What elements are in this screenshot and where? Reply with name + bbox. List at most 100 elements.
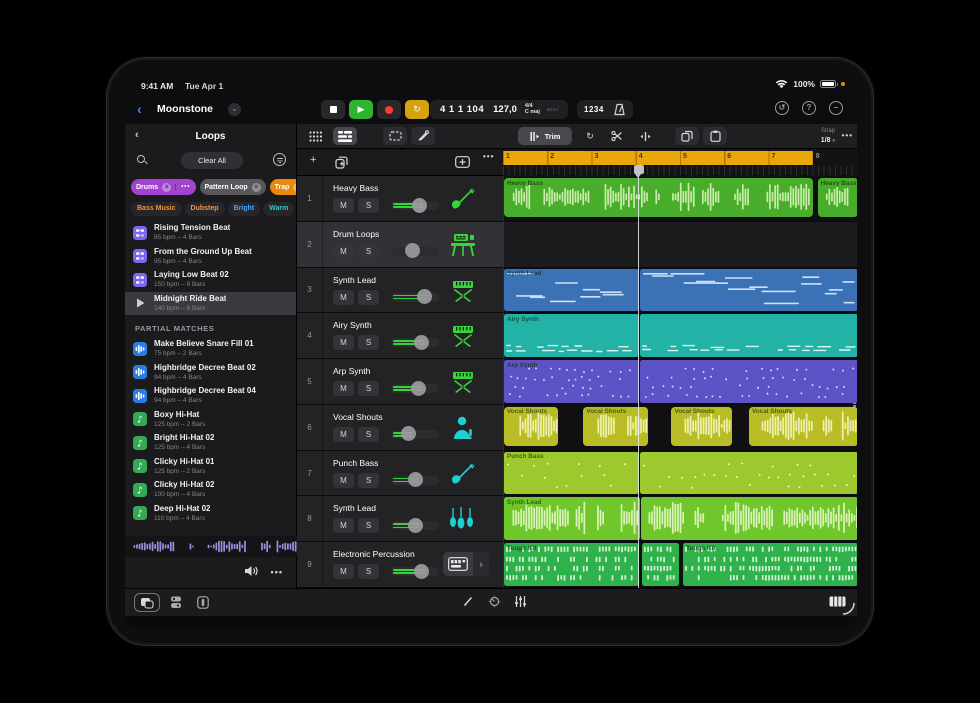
track-lane[interactable]: Arp Synth: [504, 359, 857, 405]
loop-list-item[interactable]: Make Believe Snare Fill 01 75 bpm – 2 Ba…: [125, 337, 296, 361]
mute-button[interactable]: M: [333, 473, 354, 488]
tag-suggestion[interactable]: Bright: [228, 202, 261, 216]
track-name[interactable]: Punch Bass: [333, 458, 378, 468]
region-heavy-bass[interactable]: Heavy Bass: [504, 178, 813, 217]
chip-remove-icon[interactable]: ×: [293, 183, 296, 192]
track-volume-slider[interactable]: [391, 476, 439, 485]
track-lane[interactable]: Synth Lead: [504, 268, 857, 314]
solo-button[interactable]: S: [358, 473, 379, 488]
solo-button[interactable]: S: [358, 518, 379, 533]
loop-list-item[interactable]: Laying Low Beat 02 150 bpm – 8 Bars: [125, 268, 296, 292]
track-volume-slider[interactable]: [391, 201, 439, 210]
track-instrument-icon[interactable]: [447, 230, 479, 260]
track-name[interactable]: Electronic Percussion: [333, 549, 415, 559]
track-name[interactable]: Drum Loops: [333, 229, 379, 239]
mute-button[interactable]: M: [333, 381, 354, 396]
track-header[interactable]: 6Vocal ShoutsMS: [297, 405, 503, 451]
track-volume-slider[interactable]: [391, 338, 439, 347]
track-lane[interactable]: Synth Lead: [504, 496, 857, 542]
track-volume-slider[interactable]: [391, 384, 439, 393]
track-lane[interactable]: Vocal ShoutsVocal ShoutsVocal ShoutsVoca…: [504, 405, 857, 451]
count-in-button[interactable]: 1234: [584, 105, 604, 114]
mute-button[interactable]: M: [333, 427, 354, 442]
track-lane[interactable]: Tough Kit Tough Kit: [504, 542, 857, 588]
region-airy-synth[interactable]: Airy Synth: [504, 314, 639, 357]
filter-chip[interactable]: Drums × •••: [131, 179, 196, 195]
pencil-tool-icon[interactable]: [411, 127, 435, 145]
paste-icon[interactable]: [703, 127, 727, 145]
mute-button[interactable]: M: [333, 198, 354, 213]
snap-control[interactable]: Snap 1/8 ▾: [821, 127, 835, 146]
region-synth-lead[interactable]: Synth Lead: [504, 497, 640, 540]
region-segment[interactable]: [640, 314, 857, 357]
loop-list-item[interactable]: Highbridge Decree Beat 04 94 bpm – 4 Bar…: [125, 384, 296, 408]
track-instrument-icon[interactable]: [447, 459, 479, 489]
track-name[interactable]: Vocal Shouts: [333, 412, 383, 422]
mute-button[interactable]: M: [333, 518, 354, 533]
track-instrument-icon[interactable]: [447, 413, 479, 443]
copy-icon[interactable]: [675, 127, 699, 145]
track-expand-chevron-icon[interactable]: ›: [473, 552, 489, 576]
track-instrument-icon[interactable]: [447, 367, 479, 397]
region-tough-kit[interactable]: Tough Kit: [683, 543, 857, 586]
corner-handle-icon[interactable]: [841, 601, 855, 615]
playhead[interactable]: [638, 166, 639, 588]
toolbar-more-icon[interactable]: •••: [842, 131, 853, 140]
clear-all-button[interactable]: Clear All: [181, 152, 243, 169]
track-name[interactable]: Heavy Bass: [333, 183, 378, 193]
chip-remove-icon[interactable]: ×: [252, 183, 261, 192]
track-lane[interactable]: [504, 222, 857, 268]
track-header-more-icon[interactable]: •••: [483, 152, 494, 161]
mute-button[interactable]: M: [333, 564, 354, 579]
volume-knob[interactable]: [405, 243, 420, 258]
loop-list-item[interactable]: Rising Tension Beat 85 bpm – 4 Bars: [125, 221, 296, 245]
track-header[interactable]: 8Synth LeadMS: [297, 496, 503, 542]
track-name[interactable]: Airy Synth: [333, 320, 372, 330]
more-options-icon[interactable]: −: [829, 101, 843, 115]
track-name[interactable]: Synth Lead: [333, 275, 376, 285]
track-header[interactable]: 5Arp SynthMS: [297, 359, 503, 405]
track-instrument-icon[interactable]: [447, 184, 479, 214]
solo-button[interactable]: S: [358, 198, 379, 213]
mute-button[interactable]: M: [333, 290, 354, 305]
track-instrument-icon[interactable]: [447, 504, 479, 534]
region-tough-kit[interactable]: Tough Kit: [504, 543, 639, 586]
loops-back-chevron-icon[interactable]: ‹: [135, 129, 139, 141]
track-instrument-icon[interactable]: [447, 276, 479, 306]
project-dropdown-icon[interactable]: ⌄: [228, 103, 241, 116]
region-segment[interactable]: [640, 452, 857, 495]
smart-controls-icon[interactable]: [488, 595, 501, 608]
volume-knob[interactable]: [417, 289, 432, 304]
region-vocal-shouts[interactable]: Vocal Shouts: [504, 407, 558, 446]
chip-remove-icon[interactable]: ×: [162, 183, 171, 192]
track-header[interactable]: 1Heavy BassMS: [297, 176, 503, 222]
loop-preview-waveform[interactable]: [125, 536, 297, 557]
volume-knob[interactable]: [414, 335, 429, 350]
join-tool-icon[interactable]: [633, 127, 657, 145]
filter-chip[interactable]: Pattern Loop ×: [200, 179, 266, 195]
track-header[interactable]: 7Punch BassMS: [297, 451, 503, 497]
lcd-display[interactable]: 4 1 1 104 127,0 4/4 C maj MIDI: [430, 100, 568, 119]
split-scissors-icon[interactable]: [605, 127, 629, 145]
trim-tool-button[interactable]: Trim: [518, 127, 572, 145]
mixer-icon[interactable]: [514, 595, 527, 608]
track-name[interactable]: Arp Synth: [333, 366, 370, 376]
preview-more-icon[interactable]: •••: [271, 567, 283, 577]
volume-knob[interactable]: [412, 198, 427, 213]
solo-button[interactable]: S: [358, 290, 379, 305]
tag-suggestion[interactable]: Bass Music: [131, 202, 182, 216]
region-segment[interactable]: [640, 269, 857, 312]
solo-button[interactable]: S: [358, 427, 379, 442]
region-punch-bass[interactable]: Punch Bass: [504, 452, 639, 495]
loop-list-item[interactable]: ♪ Clicky Hi-Hat 02 100 bpm – 4 Bars: [125, 478, 296, 502]
back-chevron-icon[interactable]: ‹: [137, 101, 142, 117]
track-lane[interactable]: Heavy BassHeavy Bass: [504, 176, 857, 222]
filter-icon[interactable]: [273, 153, 286, 166]
help-icon[interactable]: ?: [802, 101, 816, 115]
add-track-icon[interactable]: +: [310, 154, 316, 166]
marquee-tool-icon[interactable]: [383, 127, 407, 145]
tag-suggestion[interactable]: Dubstep: [185, 202, 225, 216]
loop-list-item[interactable]: From the Ground Up Beat 95 bpm – 4 Bars: [125, 245, 296, 269]
track-volume-slider[interactable]: [391, 430, 439, 439]
region-vocal-shouts[interactable]: Vocal Shouts: [749, 407, 857, 446]
